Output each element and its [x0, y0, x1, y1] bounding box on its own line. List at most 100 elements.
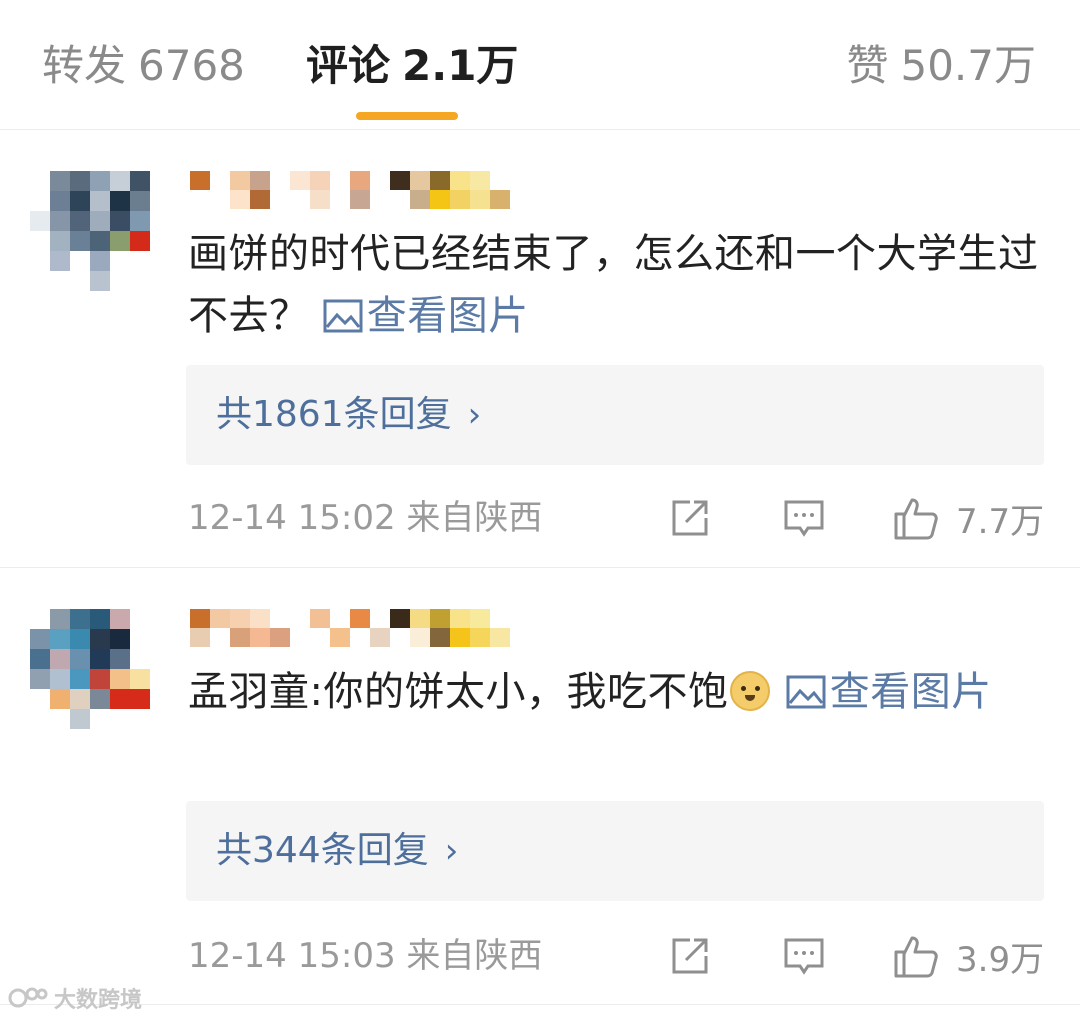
like-count: 7.7万 [956, 501, 1045, 542]
mosaic-cell [230, 171, 250, 190]
tab-repost-count: 6768 [138, 41, 245, 90]
thumbs-up-icon [894, 936, 938, 978]
mosaic-cell [50, 191, 70, 211]
mosaic-cell [110, 171, 130, 191]
avatar[interactable] [30, 171, 150, 291]
mosaic-cell [70, 191, 90, 211]
mosaic-cell [430, 190, 450, 209]
mosaic-cell [110, 669, 130, 689]
mosaic-cell [350, 171, 370, 190]
mosaic-cell [110, 191, 130, 211]
reply-summary-box[interactable]: 共1861条回复 › [186, 365, 1044, 465]
like-button[interactable]: 7.7万 [892, 493, 1044, 543]
mosaic-cell [50, 689, 70, 709]
mosaic-cell [70, 629, 90, 649]
mosaic-cell [210, 171, 230, 190]
mosaic-cell [90, 709, 110, 729]
mosaic-cell [90, 171, 110, 191]
mosaic-cell [430, 609, 450, 628]
view-image-link[interactable]: 查看图片 [323, 293, 529, 339]
reply-summary-box[interactable]: 共344条回复 › [186, 801, 1044, 901]
avatar[interactable] [30, 609, 150, 729]
mosaic-cell [450, 609, 470, 628]
tab-likes-label: 赞 [846, 41, 889, 90]
mosaic-cell [30, 171, 50, 191]
chevron-right-icon: › [444, 831, 459, 871]
comment-text: 画饼的时代已经结束了，怎么还和一个大学生过不去？ 查看图片 [188, 223, 1048, 347]
mosaic-cell [130, 649, 150, 669]
username-pixelated[interactable] [190, 609, 510, 647]
comment-body: 画饼的时代已经结束了，怎么还和一个大学生过不去？ [188, 231, 1039, 339]
mosaic-cell [130, 211, 150, 231]
mosaic-cell [70, 689, 90, 709]
mosaic-cell [130, 629, 150, 649]
mosaic-cell [130, 709, 150, 729]
mosaic-cell [350, 609, 370, 628]
mosaic-cell [270, 190, 290, 209]
tab-comments-label: 评论 [306, 41, 391, 90]
mosaic-cell [250, 171, 270, 190]
mosaic-cell [310, 628, 330, 647]
comment-icon [784, 500, 824, 537]
mosaic-cell [50, 251, 70, 271]
mosaic-cell [70, 271, 90, 291]
replies-link[interactable]: 共344条回复 › [216, 827, 458, 875]
mosaic-cell [450, 628, 470, 647]
replies-link[interactable]: 共1861条回复 › [216, 391, 481, 439]
mosaic-cell [330, 628, 350, 647]
mosaic-cell [130, 251, 150, 271]
mosaic-cell [50, 609, 70, 629]
mosaic-cell [50, 271, 70, 291]
mosaic-cell [30, 649, 50, 669]
mosaic-cell [30, 271, 50, 291]
comment-button[interactable] [782, 493, 826, 543]
mosaic-cell [90, 231, 110, 251]
mosaic-cell [130, 669, 150, 689]
view-image-label: 查看图片 [366, 293, 529, 339]
mosaic-cell [70, 231, 90, 251]
tab-comments-count: 2.1万 [402, 41, 519, 90]
mosaic-cell [90, 211, 110, 231]
mosaic-cell [130, 171, 150, 191]
username-pixelated[interactable] [190, 171, 510, 209]
tab-bar: 转发 6768 评论 2.1万 赞 50.7万 [0, 0, 1080, 130]
mosaic-cell [70, 211, 90, 231]
mosaic-cell [270, 171, 290, 190]
mosaic-cell [370, 628, 390, 647]
mosaic-cell [470, 171, 490, 190]
mosaic-cell [30, 629, 50, 649]
tab-repost-label: 转发 [42, 41, 127, 90]
mosaic-cell [190, 609, 210, 628]
comment-button[interactable] [782, 931, 826, 981]
like-count: 3.9万 [956, 939, 1045, 980]
mosaic-cell [330, 171, 350, 190]
mosaic-cell [90, 271, 110, 291]
share-button[interactable] [668, 931, 712, 981]
mosaic-cell [110, 649, 130, 669]
tab-repost[interactable]: 转发 6768 [42, 38, 245, 94]
mosaic-cell [50, 629, 70, 649]
mosaic-cell [130, 271, 150, 291]
mosaic-cell [90, 689, 110, 709]
view-image-link[interactable]: 查看图片 [786, 669, 992, 715]
mosaic-cell [190, 190, 210, 209]
mosaic-cell [110, 251, 130, 271]
mosaic-cell [230, 628, 250, 647]
mosaic-cell [70, 709, 90, 729]
mosaic-cell [90, 191, 110, 211]
mosaic-cell [350, 628, 370, 647]
replies-count: 共1861条回复 [216, 394, 452, 435]
share-button[interactable] [668, 493, 712, 543]
mosaic-cell [250, 628, 270, 647]
tab-comments[interactable]: 评论 2.1万 [306, 38, 518, 94]
tab-likes[interactable]: 赞 50.7万 [846, 38, 1036, 94]
mosaic-cell [30, 609, 50, 629]
mosaic-cell [50, 649, 70, 669]
mosaic-cell [50, 709, 70, 729]
like-button[interactable]: 3.9万 [892, 931, 1044, 981]
mosaic-cell [30, 251, 50, 271]
mosaic-cell [410, 628, 430, 647]
mosaic-cell [390, 171, 410, 190]
mosaic-cell [30, 231, 50, 251]
mosaic-cell [90, 669, 110, 689]
